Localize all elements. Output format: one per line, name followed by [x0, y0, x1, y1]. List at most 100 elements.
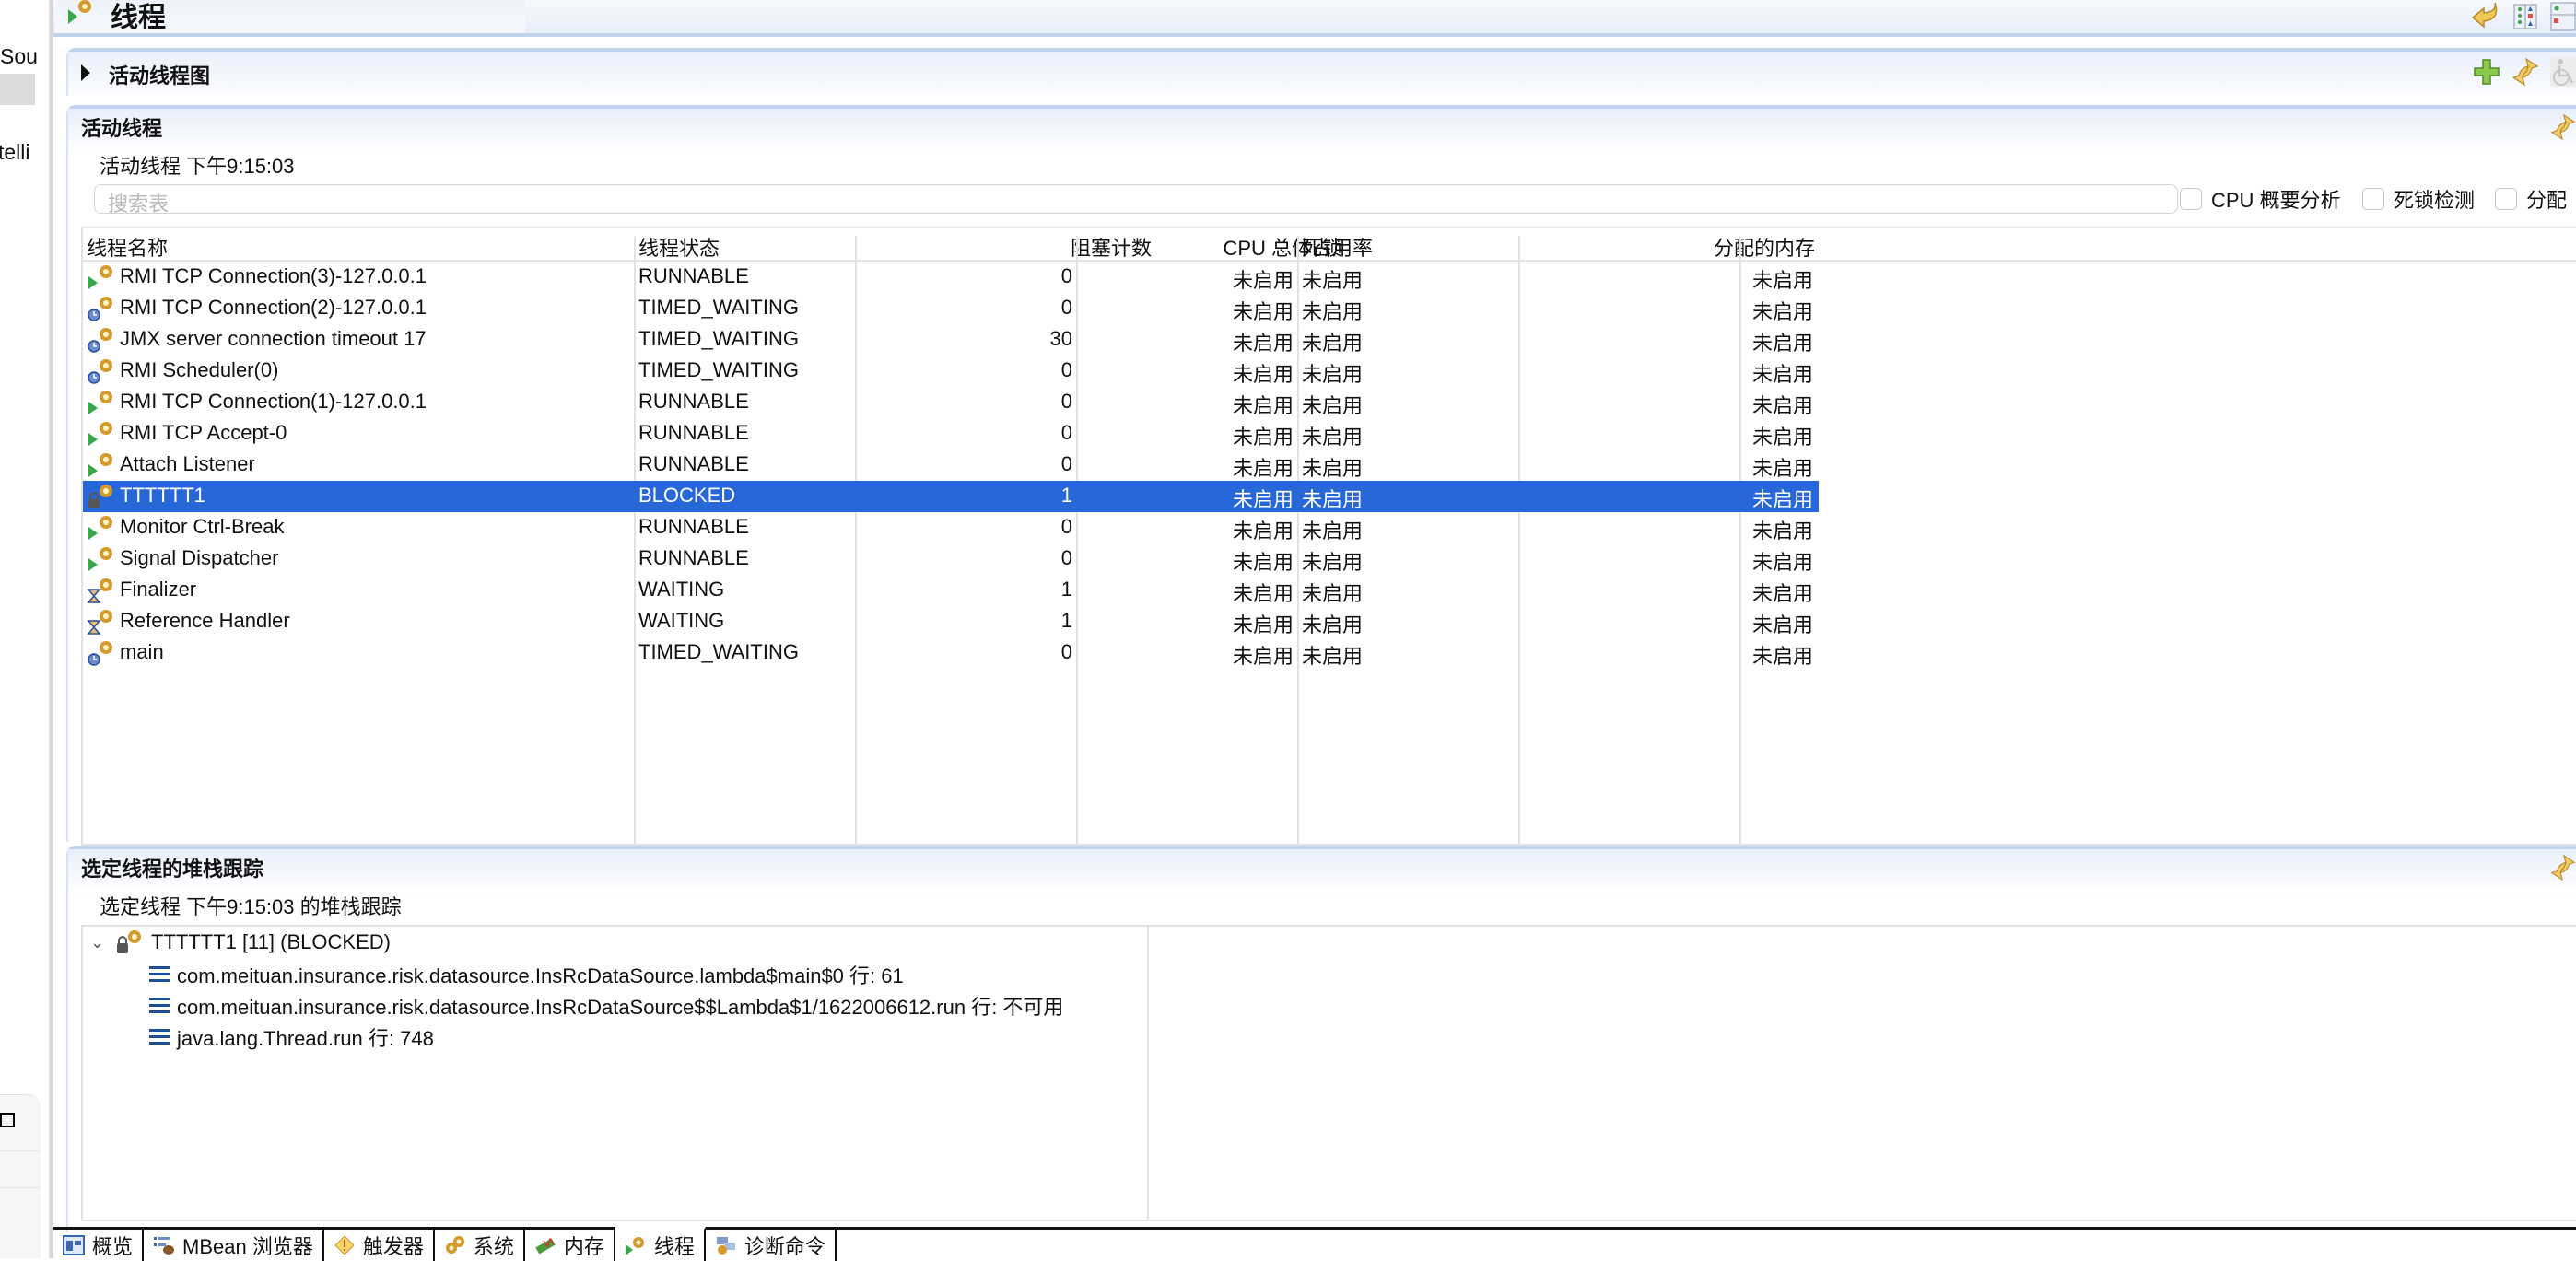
tree-node-thread[interactable]: ⌄ TTTTTT1 [11] (BLOCKED)	[90, 928, 391, 956]
refresh-icon[interactable]	[2550, 853, 2576, 882]
table-row[interactable]: main TIMED_WAITING 0 未启用 未启用 未启用	[83, 637, 1819, 669]
threads-icon	[68, 0, 91, 24]
table-row[interactable]: RMI TCP Connection(1)-127.0.0.1 RUNNABLE 0…	[83, 387, 1819, 418]
cell-thread-state: TIMED_WAITING	[638, 296, 799, 319]
cell-blocked-count: 0	[1060, 421, 1072, 444]
cell-thread-name: Finalizer	[120, 578, 197, 601]
tab-label: 线程	[653, 1235, 695, 1258]
active-threads-title: 活动线程	[81, 117, 163, 140]
expand-triangle-icon[interactable]	[81, 64, 90, 81]
table-row[interactable]: RMI TCP Connection(3)-127.0.0.1 RUNNABLE 0…	[83, 262, 1819, 293]
cell-deadlock: 未启用	[1302, 582, 1364, 605]
table-row[interactable]: RMI Scheduler(0) TIMED_WAITING 0 未启用 未启用 未启用	[83, 356, 1819, 387]
cell-thread-state: RUNNABLE	[638, 421, 749, 444]
runnable-thread-icon	[88, 265, 112, 289]
runnable-thread-icon	[88, 391, 112, 414]
stack-trace-splitter[interactable]	[1147, 927, 1149, 1220]
tab-overview[interactable]: 概览	[53, 1230, 145, 1261]
trigger-icon	[334, 1235, 355, 1255]
column-header-allocated-memory[interactable]: 分配的内存	[1714, 232, 1815, 262]
accessibility-icon[interactable]	[2550, 57, 2576, 87]
system-icon	[445, 1236, 464, 1254]
table-row[interactable]: TTTTTT1 BLOCKED 1 未启用 未启用 未启用	[83, 481, 1819, 512]
window-icon[interactable]	[0, 1113, 15, 1127]
cell-thread-state: RUNNABLE	[638, 390, 749, 413]
tab-diagnostic-commands[interactable]: 诊断命令	[706, 1230, 837, 1261]
column-header-deadlock[interactable]: 死锁	[1302, 232, 1342, 262]
cell-thread-name: RMI TCP Connection(2)-127.0.0.1	[120, 296, 427, 319]
column-header-thread-name[interactable]: 线程名称	[87, 232, 168, 262]
table-row[interactable]: Signal Dispatcher RUNNABLE 0 未启用 未启用 未启用	[83, 543, 1819, 575]
deadlock-detection-checkbox[interactable]	[2362, 188, 2384, 210]
cell-blocked-count: 0	[1060, 546, 1072, 569]
stack-trace-title: 选定线程的堆栈跟踪	[81, 858, 264, 881]
stack-frame-label: com.meituan.insurance.risk.datasource.In…	[177, 996, 1064, 1019]
cell-allocated-memory: 未启用	[1751, 457, 1813, 480]
table-row[interactable]: Monitor Ctrl-Break RUNNABLE 0 未启用 未启用 未启用	[83, 512, 1819, 543]
left-panel-selected-item[interactable]	[0, 74, 35, 105]
tab-memory[interactable]: 内存	[525, 1230, 615, 1261]
cell-thread-state: BLOCKED	[638, 484, 736, 507]
refresh-icon[interactable]	[2512, 57, 2539, 87]
overview-icon	[63, 1235, 85, 1255]
stack-frame[interactable]: java.lang.Thread.run 行: 748	[149, 1022, 434, 1052]
blocked-thread-icon	[117, 930, 141, 953]
tab-triggers[interactable]: 触发器	[324, 1230, 435, 1261]
chevron-down-icon[interactable]: ⌄	[90, 933, 107, 952]
table-row[interactable]: Attach Listener RUNNABLE 0 未启用 未启用 未启用	[83, 450, 1819, 481]
cell-cpu-usage: 未启用	[1232, 300, 1294, 323]
tab-system[interactable]: 系统	[435, 1230, 525, 1261]
table-row[interactable]: Reference Handler WAITING 1 未启用 未启用 未启用	[83, 606, 1819, 637]
left-panel-fragment: Sou telli	[0, 0, 50, 1258]
table-row[interactable]: Finalizer WAITING 1 未启用 未启用 未启用	[83, 575, 1819, 606]
cell-blocked-count: 0	[1060, 390, 1072, 413]
search-table-input[interactable]: 搜索表	[94, 184, 2178, 216]
table-row[interactable]: RMI TCP Accept-0 RUNNABLE 0 未启用 未启用 未启用	[83, 418, 1819, 450]
add-icon[interactable]	[2473, 58, 2500, 86]
tab-mbean-browser[interactable]: MBean 浏览器	[144, 1230, 324, 1261]
refresh-icon[interactable]	[2550, 112, 2576, 142]
cell-thread-state: TIMED_WAITING	[638, 327, 799, 350]
cell-allocated-memory: 未启用	[1751, 645, 1813, 668]
tab-label: MBean 浏览器	[182, 1235, 313, 1258]
cell-deadlock: 未启用	[1302, 457, 1364, 480]
tab-label: 诊断命令	[744, 1235, 825, 1258]
stack-trace-tree: ⌄ TTTTTT1 [11] (BLOCKED) com.meituan.ins…	[81, 925, 2576, 1221]
allocation-checkbox-group[interactable]: 分配	[2495, 184, 2567, 214]
cell-allocated-memory: 未启用	[1751, 300, 1813, 323]
column-header-thread-state[interactable]: 线程状态	[638, 232, 720, 262]
active-threads-section: 活动线程 活动线程 下午9:15:03 搜索表 CPU 概要分析 死锁检测 分配…	[66, 105, 2576, 849]
mbean-browser-icon	[154, 1237, 175, 1255]
thread-graph-header[interactable]: 活动线程图	[68, 52, 2576, 96]
thread-graph-toolbar	[2473, 57, 2576, 87]
stack-frame[interactable]: com.meituan.insurance.risk.datasource.In…	[149, 991, 1063, 1021]
waiting-thread-icon	[87, 610, 112, 635]
cell-blocked-count: 1	[1060, 609, 1072, 632]
cell-cpu-usage: 未启用	[1232, 520, 1294, 543]
timed-waiting-thread-icon	[88, 297, 112, 321]
stack-frame[interactable]: com.meituan.insurance.risk.datasource.In…	[149, 960, 904, 989]
timed-waiting-thread-icon	[88, 328, 112, 353]
cpu-profiling-checkbox[interactable]	[2180, 188, 2202, 210]
allocation-checkbox[interactable]	[2495, 188, 2517, 210]
stack-frame-icon	[149, 1029, 170, 1045]
cpu-profiling-checkbox-group[interactable]: CPU 概要分析	[2180, 184, 2341, 214]
layout-rows-icon[interactable]	[2550, 2, 2576, 31]
cell-deadlock: 未启用	[1302, 363, 1364, 386]
cell-cpu-usage: 未启用	[1232, 488, 1294, 511]
runnable-thread-icon	[88, 422, 112, 446]
table-row[interactable]: RMI TCP Connection(2)-127.0.0.1 TIMED_WAI…	[83, 293, 1819, 324]
table-row[interactable]: JMX server connection timeout 17 TIMED_WA…	[83, 324, 1819, 356]
cell-thread-name: JMX server connection timeout 17	[120, 327, 427, 350]
tab-threads[interactable]: 线程	[615, 1227, 706, 1261]
cell-deadlock: 未启用	[1302, 332, 1364, 355]
memory-icon	[535, 1237, 556, 1255]
cell-thread-name: RMI TCP Connection(3)-127.0.0.1	[120, 264, 427, 287]
waiting-thread-icon	[87, 578, 112, 603]
column-header-blocked-count[interactable]: 阻塞计数	[1071, 232, 1152, 262]
cell-cpu-usage: 未启用	[1232, 426, 1294, 449]
cpu-profiling-label: CPU 概要分析	[2211, 189, 2341, 212]
undo-arrow-icon[interactable]	[2469, 3, 2500, 30]
layout-columns-icon[interactable]	[2513, 4, 2537, 29]
deadlock-detection-checkbox-group[interactable]: 死锁检测	[2362, 184, 2475, 214]
